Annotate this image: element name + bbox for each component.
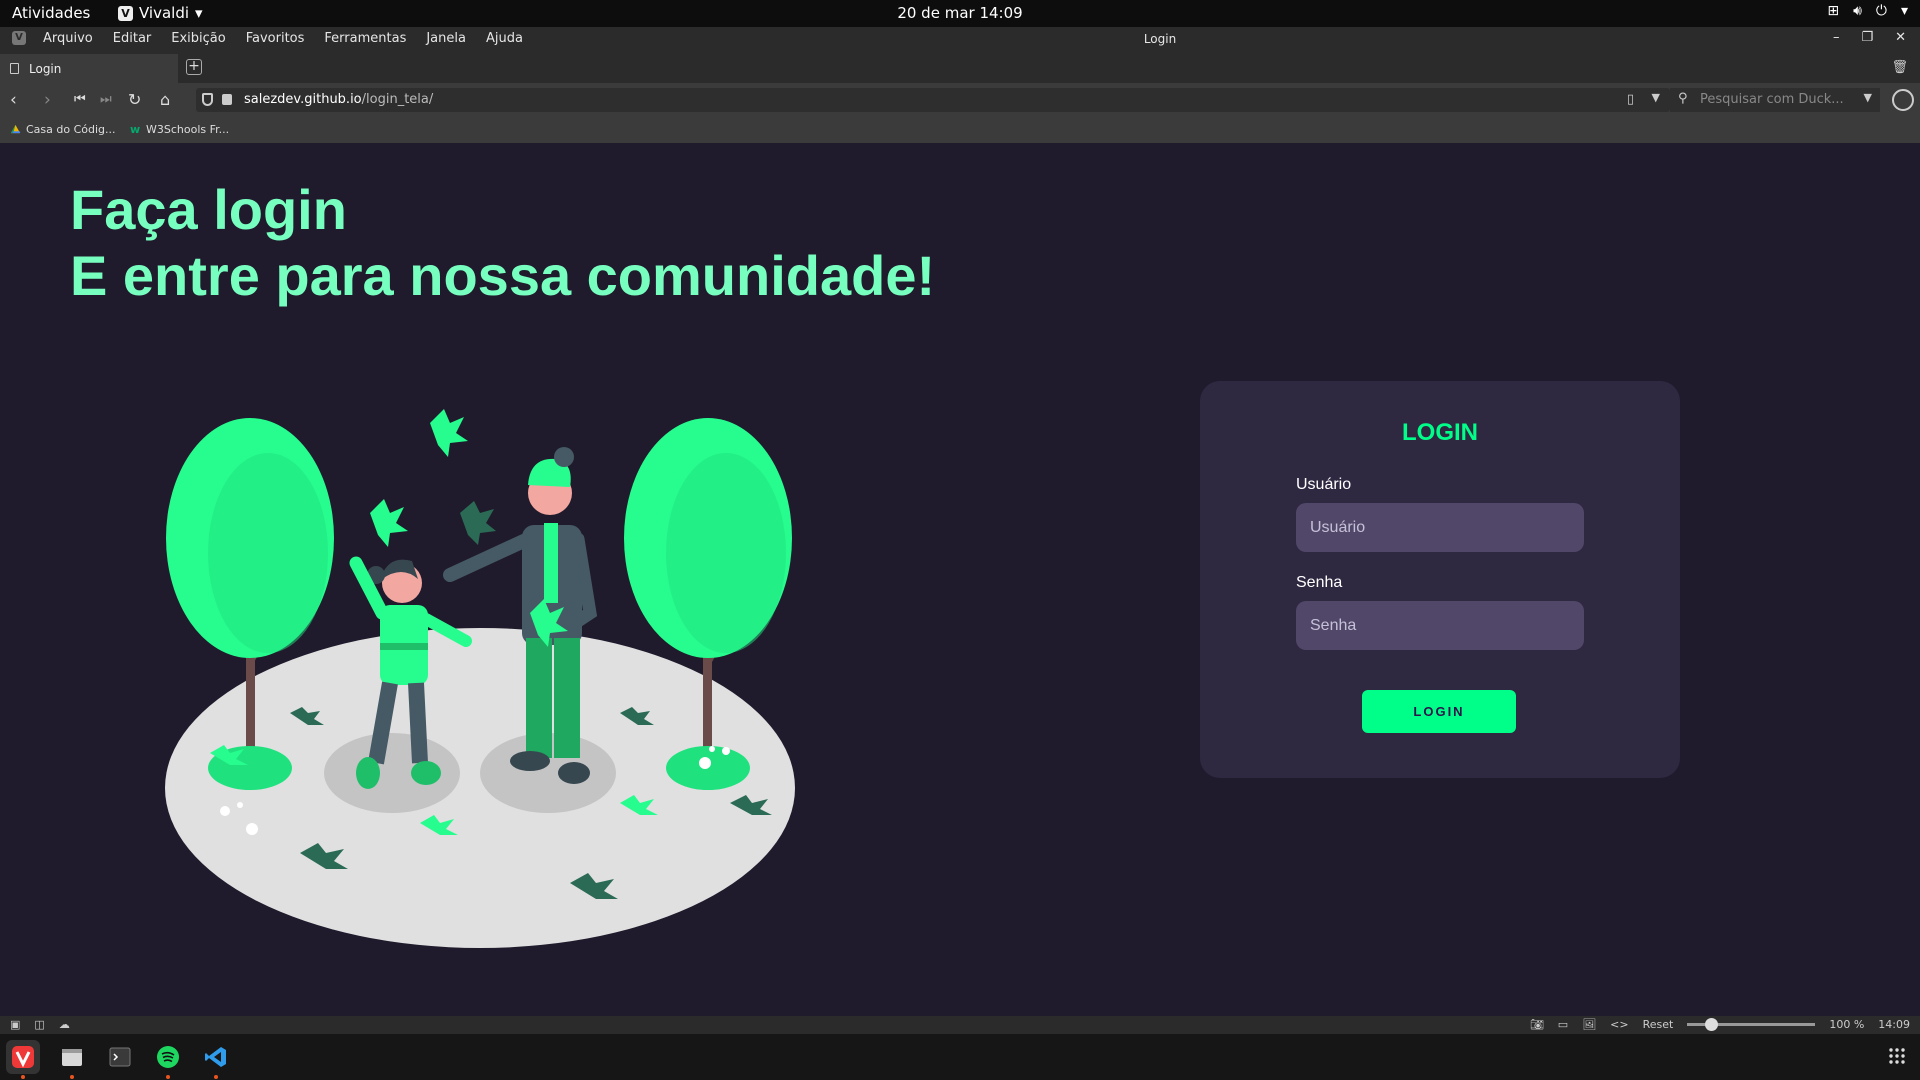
network-icon[interactable]: ⊞: [1827, 3, 1839, 19]
bookmark-label: Casa do Códig...: [26, 123, 116, 136]
running-indicator: [166, 1075, 170, 1079]
volume-icon[interactable]: 🔊︎: [1853, 3, 1862, 19]
search-field[interactable]: ⚲ Pesquisar com Duck... ▼: [1670, 88, 1880, 112]
running-indicator: [70, 1075, 74, 1079]
login-button[interactable]: LOGIN: [1362, 690, 1516, 733]
page-tiling-icon[interactable]: ▭: [1558, 1018, 1568, 1031]
bookmarks-bar: Casa do Códig... w W3Schools Fr...: [0, 117, 1920, 143]
browser-status-bar: ▣ ◫ ☁ 📷︎ ▭ 🖼︎ <> Reset 100 % 14:09: [0, 1016, 1920, 1034]
zoom-slider[interactable]: [1687, 1018, 1816, 1031]
lock-icon[interactable]: [222, 94, 232, 105]
shield-icon[interactable]: [202, 93, 213, 106]
chevron-down-icon[interactable]: ▼: [1864, 91, 1872, 104]
close-icon[interactable]: ✕: [1895, 30, 1906, 45]
w3schools-icon: w: [130, 123, 141, 136]
files-dock-icon[interactable]: [55, 1040, 89, 1074]
heading-line-2: E entre para nossa comunidade!: [70, 244, 936, 307]
username-label: Usuário: [1296, 476, 1352, 493]
power-icon[interactable]: ⏻: [1876, 3, 1887, 19]
tab-bar: Login + 🗑︎: [0, 51, 1920, 83]
chevron-down-icon[interactable]: ▼: [1652, 91, 1660, 104]
bookmark-label: W3Schools Fr...: [146, 123, 230, 136]
url-field[interactable]: salezdev.github.io/login_tela/ ▯ ▼: [196, 88, 1670, 112]
page-heading: Faça login E entre para nossa comunidade…: [70, 177, 935, 309]
system-tray[interactable]: ⊞ 🔊︎ ⏻ ▾: [1827, 3, 1908, 19]
people-in-park-illustration: [165, 409, 795, 948]
tab-tiling-icon[interactable]: ◫: [34, 1018, 44, 1031]
tab-title: Login: [29, 61, 62, 76]
url-text: salezdev.github.io/login_tela/: [244, 92, 434, 107]
tab-login[interactable]: Login: [0, 54, 178, 83]
dock: [0, 1034, 1920, 1080]
vivaldi-dock-icon[interactable]: [6, 1040, 40, 1074]
page-icon: [10, 63, 19, 74]
heading-line-1: Faça login: [70, 178, 347, 241]
trash-icon[interactable]: 🗑︎: [1891, 60, 1908, 75]
app-grid-icon[interactable]: [1888, 1047, 1906, 1065]
zoom-slider-knob[interactable]: [1705, 1018, 1719, 1031]
home-icon[interactable]: ⌂: [160, 90, 170, 109]
bookmark-icon[interactable]: ▯: [1627, 92, 1634, 107]
running-indicator: [214, 1075, 218, 1079]
camera-icon[interactable]: 📷︎: [1530, 1018, 1544, 1031]
panel-toggle-icon[interactable]: ▣: [10, 1018, 20, 1031]
search-placeholder: Pesquisar com Duck...: [1700, 92, 1844, 107]
code-icon[interactable]: <>: [1610, 1018, 1628, 1031]
running-indicator: [21, 1075, 25, 1079]
bookmark-item[interactable]: Casa do Códig...: [10, 123, 116, 136]
vscode-dock-icon[interactable]: [199, 1040, 233, 1074]
password-input[interactable]: [1296, 601, 1584, 650]
window-title: Login: [1143, 32, 1177, 46]
cloud-icon[interactable]: ☁: [59, 1018, 70, 1031]
new-tab-button[interactable]: +: [186, 59, 202, 75]
password-label: Senha: [1296, 574, 1343, 591]
minimize-icon[interactable]: –: [1833, 30, 1840, 45]
username-input[interactable]: [1296, 503, 1584, 552]
drive-icon: [10, 124, 21, 134]
zoom-reset-button[interactable]: Reset: [1643, 1018, 1674, 1031]
back-icon[interactable]: ‹: [10, 90, 17, 110]
reload-icon[interactable]: ↻: [128, 90, 141, 109]
status-clock: 14:09: [1878, 1018, 1910, 1031]
zoom-level: 100 %: [1829, 1018, 1865, 1031]
profile-icon[interactable]: [1892, 89, 1914, 111]
login-title: LOGIN: [1402, 419, 1478, 446]
maximize-icon[interactable]: ❐: [1861, 30, 1873, 45]
fast-forward-icon[interactable]: ⏭: [100, 92, 112, 107]
login-card: LOGIN Usuário Senha LOGIN: [1200, 381, 1680, 778]
address-bar: ‹ › ⏮ ⏭ ↻ ⌂ salezdev.github.io/login_tel…: [0, 83, 1920, 117]
terminal-dock-icon[interactable]: [103, 1040, 137, 1074]
image-icon[interactable]: 🖼︎: [1582, 1018, 1596, 1031]
clock[interactable]: 20 de mar 14:09: [0, 4, 1920, 22]
bookmark-item[interactable]: w W3Schools Fr...: [130, 123, 229, 136]
window-controls: – ❐ ✕: [1833, 30, 1906, 45]
rewind-icon[interactable]: ⏮: [74, 92, 86, 107]
web-page: Faça login E entre para nossa comunidade…: [0, 143, 1920, 1016]
search-icon: ⚲: [1678, 91, 1688, 106]
system-top-bar: Atividades V Vivaldi ▾ 20 de mar 14:09 ⊞…: [0, 0, 1920, 27]
browser-menu-bar: V Arquivo Editar Exibição Favoritos Ferramen…: [0, 27, 1920, 51]
spotify-dock-icon[interactable]: [151, 1040, 185, 1074]
forward-icon[interactable]: ›: [44, 90, 51, 110]
chevron-down-icon[interactable]: ▾: [1901, 3, 1908, 19]
